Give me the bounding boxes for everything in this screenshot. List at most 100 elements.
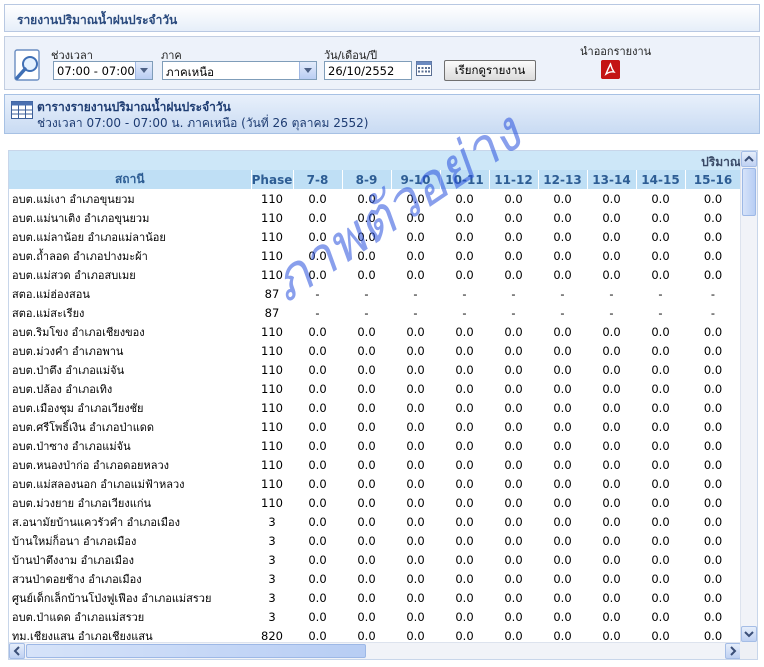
rainfall-cell: 0.0: [553, 514, 572, 529]
rainfall-cell: 0.0: [357, 381, 376, 396]
station-cell: อบต.ป่าแดด อำเภอแม่สรวย: [12, 610, 145, 624]
rainfall-cell: 0.0: [455, 438, 474, 453]
rainfall-cell: 0.0: [602, 362, 621, 377]
column-header[interactable]: 13-14: [587, 170, 637, 189]
pdf-icon[interactable]: [601, 60, 620, 79]
station-cell: อบต.ม่วงยาย อำเภอเวียงแก่น: [12, 496, 152, 510]
rainfall-cell: 0.0: [308, 400, 327, 415]
phase-cell: 110: [261, 362, 283, 377]
rainfall-cell: 0.0: [504, 476, 523, 491]
rainfall-cell: 0.0: [504, 457, 523, 472]
rainfall-cell: 0.0: [406, 267, 425, 282]
rainfall-cell: 0.0: [308, 438, 327, 453]
vertical-scroll-thumb[interactable]: [742, 168, 756, 216]
table-row: อบต.ป่าแดด อำเภอแม่สรวย 3 0.0 0.0 0.0 0.0 0.0 0…: [9, 607, 741, 626]
rainfall-cell: 0.0: [455, 514, 474, 529]
rainfall-cell: 0.0: [357, 191, 376, 206]
rainfall-cell: -: [364, 305, 369, 320]
station-cell: อบต.แม่สลองนอก อำเภอแม่ฟ้าหลวง: [12, 477, 185, 491]
rainfall-cell: 0.0: [651, 571, 670, 586]
column-header[interactable]: Phase: [251, 170, 294, 189]
rainfall-cell: 0.0: [703, 324, 723, 339]
rainfall-cell: 0.0: [703, 419, 723, 434]
chevron-down-icon[interactable]: [135, 62, 152, 79]
rainfall-cell: 0.0: [602, 419, 621, 434]
rainfall-cell: 0.0: [504, 533, 523, 548]
rainfall-cell: 0.0: [553, 495, 572, 510]
station-cell: อบต.แม่สวด อำเภอสบเมย: [12, 268, 136, 282]
station-cell: อบต.หนองป่าก่อ อำเภอดอยหลวง: [12, 458, 170, 472]
rainfall-cell: 0.0: [651, 400, 670, 415]
phase-cell: 110: [261, 210, 283, 225]
rainfall-cell: 0.0: [703, 552, 723, 567]
rainfall-cell: 0.0: [553, 210, 572, 225]
region-select[interactable]: ภาคเหนือ: [162, 61, 317, 80]
view-report-button[interactable]: เรียกดูรายงาน: [444, 60, 536, 81]
chevron-down-icon[interactable]: [299, 62, 316, 79]
rainfall-cell: 0.0: [308, 210, 327, 225]
rainfall-cell: 0.0: [602, 514, 621, 529]
rainfall-cell: 0.0: [553, 533, 572, 548]
rainfall-cell: 0.0: [357, 248, 376, 263]
table-header-row: สถานี Phase 7-8 8-9 9-10 10-11 11-12 12-…: [9, 170, 742, 189]
rainfall-cell: 0.0: [602, 609, 621, 624]
station-cell: ส.อนามัยบ้านแควรัวคำ อำเภอเมือง: [12, 515, 181, 529]
column-header[interactable]: 9-10: [391, 170, 441, 189]
rainfall-cell: 0.0: [455, 419, 474, 434]
rainfall-cell: 0.0: [308, 229, 327, 244]
column-header[interactable]: 11-12: [489, 170, 539, 189]
vertical-scrollbar[interactable]: [740, 151, 757, 642]
rainfall-cell: 0.0: [553, 609, 572, 624]
page-title-bar: รายงานปริมาณน้ำฝนประจำวัน: [4, 4, 760, 32]
rainfall-cell: -: [364, 286, 369, 301]
phase-cell: 3: [268, 590, 276, 605]
scroll-down-button[interactable]: [741, 626, 757, 642]
rainfall-cell: -: [658, 286, 663, 301]
rainfall-cell: 0.0: [455, 381, 474, 396]
rainfall-cell: 0.0: [651, 495, 670, 510]
rainfall-cell: 0.0: [602, 343, 621, 358]
column-header[interactable]: สถานี: [9, 170, 252, 189]
rainfall-cell: 0.0: [651, 419, 670, 434]
rainfall-cell: 0.0: [553, 381, 572, 396]
column-header[interactable]: 14-15: [636, 170, 686, 189]
column-header[interactable]: 8-9: [342, 170, 392, 189]
rainfall-cell: 0.0: [357, 343, 376, 358]
phase-cell: 110: [261, 457, 283, 472]
phase-cell: 3: [268, 552, 276, 567]
rainfall-cell: 0.0: [553, 419, 572, 434]
rainfall-cell: 0.0: [602, 400, 621, 415]
rainfall-cell: 0.0: [602, 533, 621, 548]
time-select[interactable]: 07:00 - 07:00: [53, 61, 153, 80]
table-row: สตอ.แม่สะเรียง 87 - - - - - - - - -: [9, 303, 741, 322]
date-input[interactable]: 26/10/2552: [324, 61, 412, 80]
column-header[interactable]: 15-16: [685, 170, 742, 189]
scroll-left-button[interactable]: [9, 643, 25, 659]
rainfall-cell: 0.0: [651, 248, 670, 263]
phase-cell: 110: [261, 267, 283, 282]
region-select-value: ภาคเหนือ: [166, 65, 215, 79]
station-cell: อบต.ป่าซาง อำเภอแม่จัน: [12, 439, 131, 453]
rainfall-cell: 0.0: [308, 248, 327, 263]
rainfall-cell: 0.0: [504, 419, 523, 434]
rainfall-cell: 0.0: [308, 362, 327, 377]
rainfall-cell: 0.0: [406, 571, 425, 586]
column-header[interactable]: 7-8: [293, 170, 343, 189]
rainfall-cell: 0.0: [455, 457, 474, 472]
calendar-icon[interactable]: [416, 61, 432, 76]
rainfall-cell: -: [315, 305, 320, 320]
horizontal-scroll-thumb[interactable]: [26, 644, 366, 658]
rainfall-cell: 0.0: [703, 514, 723, 529]
search-icon: [14, 49, 40, 81]
horizontal-scrollbar[interactable]: [9, 642, 741, 659]
rainfall-cell: 0.0: [651, 514, 670, 529]
rainfall-table: สถานี Phase 7-8 8-9 9-10 10-11 11-12 12-…: [9, 170, 742, 645]
rainfall-cell: 0.0: [553, 571, 572, 586]
station-cell: อบต.ป่าตึง อำเภอแม่จัน: [12, 363, 125, 377]
table-row: อบต.แม่นาเติง อำเภอขุนยวม 110 0.0 0.0 0.0 0.0…: [9, 208, 741, 227]
rainfall-cell: 0.0: [651, 552, 670, 567]
column-header[interactable]: 10-11: [440, 170, 490, 189]
column-header[interactable]: 12-13: [538, 170, 588, 189]
scroll-up-button[interactable]: [741, 151, 757, 167]
scroll-right-button[interactable]: [725, 643, 741, 659]
